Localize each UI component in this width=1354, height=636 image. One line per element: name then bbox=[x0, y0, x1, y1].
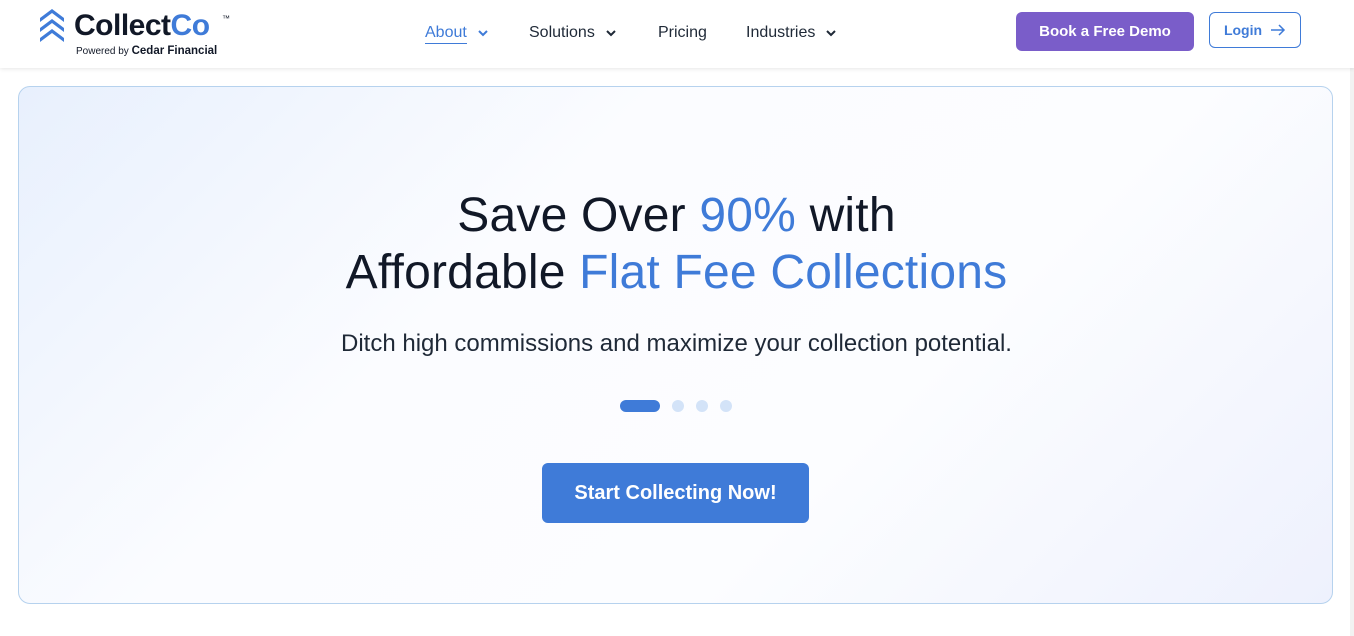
chevron-down-icon bbox=[606, 30, 616, 37]
nav-item-about[interactable]: About bbox=[425, 21, 489, 45]
nav-item-solutions[interactable]: Solutions bbox=[529, 21, 617, 45]
carousel-dot-4[interactable] bbox=[720, 400, 732, 412]
carousel-indicators bbox=[620, 400, 732, 412]
nav-item-label: Pricing bbox=[658, 24, 707, 41]
nav-item-industries[interactable]: Industries bbox=[746, 21, 837, 45]
login-label: Login bbox=[1223, 22, 1263, 38]
chevron-down-icon bbox=[478, 30, 488, 37]
carousel-dot-1[interactable] bbox=[620, 400, 660, 412]
headline-line2-pre: Affordable bbox=[345, 246, 580, 299]
hero-subheading: Ditch high commissions and maximize your… bbox=[341, 330, 1012, 357]
hero-section: Save Over 90% with Affordable Flat Fee C… bbox=[18, 86, 1333, 604]
headline-highlight-flat-fee: Flat Fee Collections bbox=[579, 246, 1008, 299]
nav-item-label: About bbox=[425, 23, 467, 44]
chevron-down-icon bbox=[826, 30, 837, 37]
site-header: CollectCo ™ Powered by Cedar Financial A… bbox=[0, 0, 1354, 68]
arrow-right-icon bbox=[1271, 24, 1286, 36]
page-scrollbar[interactable] bbox=[1350, 0, 1354, 636]
carousel-dot-2[interactable] bbox=[672, 400, 684, 412]
headline-line1-post: with bbox=[796, 189, 896, 242]
headline-line1-pre: Save Over bbox=[457, 189, 700, 242]
login-button[interactable]: Login bbox=[1209, 12, 1301, 48]
carousel-dot-3[interactable] bbox=[696, 400, 708, 412]
start-collecting-button[interactable]: Start Collecting Now! bbox=[542, 463, 809, 523]
nav-item-label: Solutions bbox=[529, 24, 595, 41]
nav-item-label: Industries bbox=[746, 24, 816, 41]
book-demo-button[interactable]: Book a Free Demo bbox=[1016, 12, 1194, 51]
nav-item-pricing[interactable]: Pricing bbox=[658, 21, 707, 45]
headline-highlight-percent: 90% bbox=[699, 189, 797, 242]
hero-headline: Save Over 90% with Affordable Flat Fee C… bbox=[19, 187, 1332, 301]
